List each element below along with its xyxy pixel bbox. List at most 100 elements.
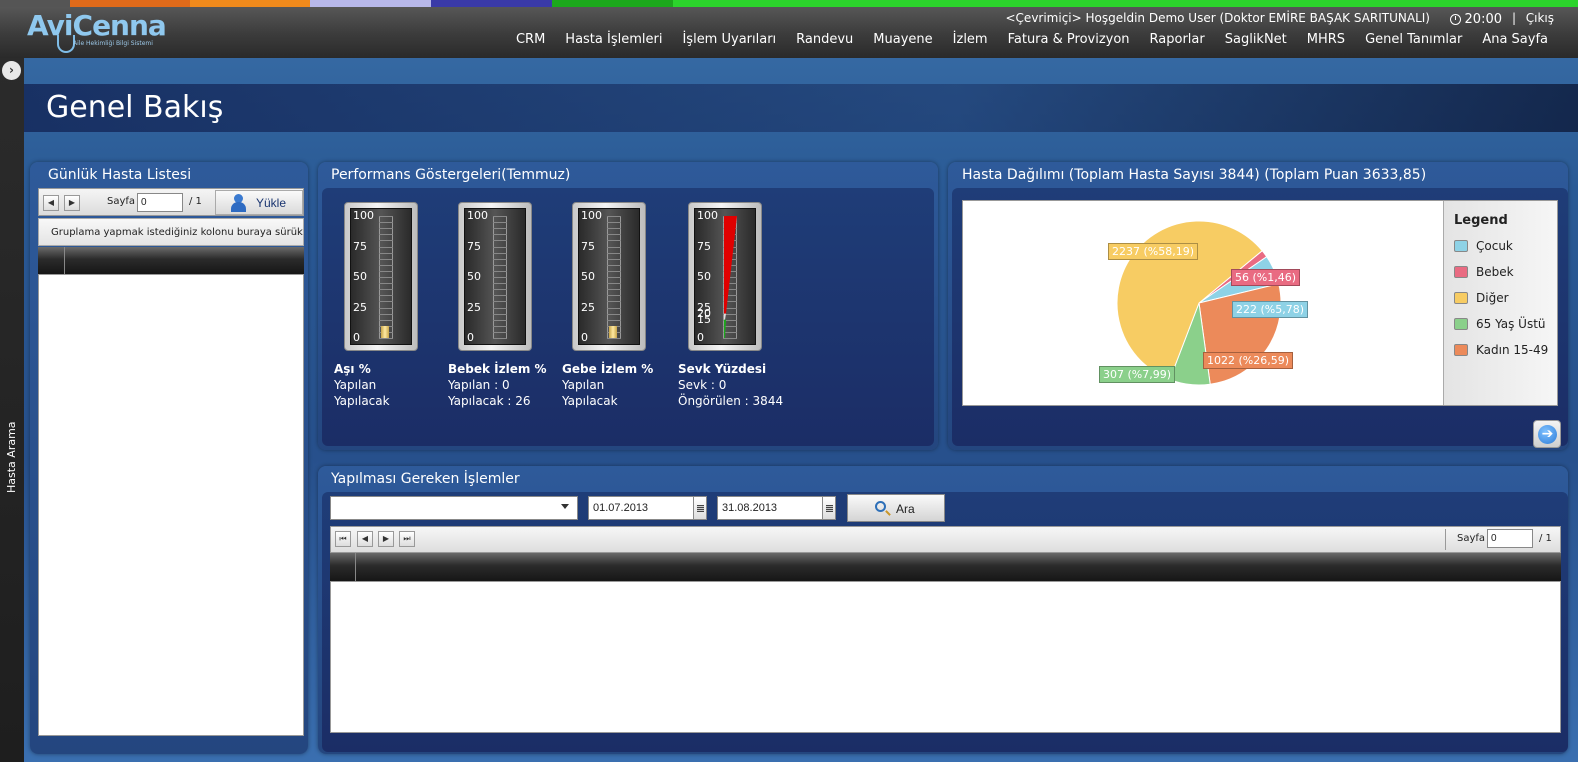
nav-raporlar[interactable]: Raporlar xyxy=(1140,32,1215,47)
pie-data-label: 307 (%7,99) xyxy=(1099,366,1176,383)
nav-ana-sayfa[interactable]: Ana Sayfa xyxy=(1472,32,1558,47)
gauge-line-done: Yapılan xyxy=(334,378,377,392)
gauge-face: 100 75 50 25 0 xyxy=(578,208,640,345)
gauge-tick xyxy=(493,252,507,254)
nav-fatura-provizyon[interactable]: Fatura & Provizyon xyxy=(998,32,1140,47)
task-type-select[interactable] xyxy=(330,496,578,520)
gauge-tick xyxy=(493,331,507,333)
legend-item: Bebek xyxy=(1454,265,1514,279)
legend-swatch xyxy=(1454,266,1468,278)
start-date-picker-button[interactable] xyxy=(693,496,707,520)
grid-indicator-column xyxy=(330,553,356,581)
pie-data-label: 56 (%1,46) xyxy=(1231,269,1301,286)
end-date-input[interactable] xyxy=(717,496,835,520)
page-number-input[interactable] xyxy=(1487,529,1533,548)
group-by-drop-area[interactable]: Gruplama yapmak istediğiniz kolonu buray… xyxy=(38,218,304,246)
gauge-scale-label: 25 xyxy=(353,300,367,314)
gauge-face: 100 75 50 25 0 xyxy=(464,208,526,345)
nav-hasta-islemleri[interactable]: Hasta İşlemleri xyxy=(555,32,672,47)
distribution-title: Hasta Dağılımı (Toplam Hasta Sayısı 3844… xyxy=(962,167,1427,183)
gauge-scale-label: 0 xyxy=(353,331,360,344)
gauge-tick xyxy=(607,289,621,291)
start-date-input[interactable] xyxy=(588,496,706,520)
tasks-grid-body xyxy=(330,581,1561,733)
nav-izlem[interactable]: İzlem xyxy=(943,32,998,47)
gauge-tick xyxy=(379,307,393,309)
nav-crm[interactable]: CRM xyxy=(506,32,555,47)
first-page-button[interactable]: ⏮ xyxy=(335,531,351,547)
gauge-tick xyxy=(379,222,393,224)
page-title: Genel Bakış xyxy=(46,90,224,125)
main-nav: CRM Hasta İşlemleri İşlem Uyarıları Rand… xyxy=(506,32,1558,47)
gauge-tick xyxy=(493,246,507,248)
page-header: Genel Bakış xyxy=(24,84,1578,132)
load-button[interactable]: Yükle xyxy=(215,190,303,215)
next-chart-button[interactable]: ➔ xyxy=(1533,420,1561,448)
search-icon xyxy=(875,501,886,512)
gauge-tick xyxy=(493,289,507,291)
patient-search-label[interactable]: Hasta Arama xyxy=(5,421,18,493)
gauge-scale-label: 50 xyxy=(353,270,367,283)
search-button[interactable]: Ara xyxy=(847,494,945,522)
gauge-tick xyxy=(379,295,393,297)
nav-islem-uyarilari[interactable]: İşlem Uyarıları xyxy=(672,32,786,47)
gauge-tick xyxy=(493,283,507,285)
gauge-scale-label: 75 xyxy=(353,239,367,253)
app-logo[interactable]: AviCenna Aile Hekimliği Bilgi Sistemi xyxy=(27,9,167,53)
nav-sagliknet[interactable]: SaglikNet xyxy=(1215,32,1297,47)
gauge-scale-label: 25 xyxy=(467,300,481,314)
nav-genel-tanimlar[interactable]: Genel Tanımlar xyxy=(1355,32,1472,47)
gauge-tick xyxy=(607,301,621,303)
nav-mhrs[interactable]: MHRS xyxy=(1297,32,1355,47)
next-page-button[interactable]: ▶ xyxy=(64,195,80,211)
page-label: Sayfa xyxy=(107,196,136,207)
legend-item: Kadın 15-49 xyxy=(1454,343,1548,357)
gauge-tick xyxy=(493,228,507,230)
gauge-scale-label: 50 xyxy=(581,270,595,283)
gauge-scale-label: 50 xyxy=(467,270,481,283)
gauge-tick xyxy=(493,295,507,297)
red-band xyxy=(724,216,737,314)
pie-data-label: 2237 (%58,19) xyxy=(1108,243,1199,260)
green-band xyxy=(724,319,726,338)
page-number-input[interactable] xyxy=(137,193,183,212)
gauge-tick xyxy=(493,240,507,242)
gauge-tick xyxy=(607,222,621,224)
gauge-tick xyxy=(493,325,507,327)
last-page-button[interactable]: ⏭ xyxy=(399,531,415,547)
next-page-button[interactable]: ▶ xyxy=(378,531,394,547)
gauge-2: 100 75 50 25 0 xyxy=(572,202,646,351)
calendar-icon xyxy=(826,505,833,512)
gauge-tick xyxy=(379,283,393,285)
nav-randevu[interactable]: Randevu xyxy=(786,32,863,47)
gauge-line-target: Yapılacak xyxy=(334,394,390,408)
calendar-icon xyxy=(697,505,704,512)
patient-list-pager: ◀ ▶ Sayfa / 1 Yükle xyxy=(38,188,304,216)
legend-label: Diğer xyxy=(1476,291,1509,305)
legend-label: Çocuk xyxy=(1476,239,1513,253)
chevron-down-icon xyxy=(561,504,569,509)
gauge-tick xyxy=(607,246,621,248)
legend-label: Kadın 15-49 xyxy=(1476,343,1549,357)
nav-muayene[interactable]: Muayene xyxy=(863,32,942,47)
gauge-tick xyxy=(493,258,507,260)
gauge-tick xyxy=(493,222,507,224)
tasks-grid-header xyxy=(330,553,1561,581)
patient-grid-header xyxy=(38,247,304,274)
expand-sidebar-button[interactable]: › xyxy=(2,61,21,80)
gauge-title: Sevk Yüzdesi xyxy=(678,362,767,376)
gauge-title: Aşı % xyxy=(334,362,371,376)
performance-title: Performans Göstergeleri(Temmuz) xyxy=(331,167,571,183)
end-date-picker-button[interactable] xyxy=(822,496,836,520)
gauge-tick xyxy=(379,289,393,291)
gauge-tick xyxy=(379,313,393,315)
white-band xyxy=(724,313,726,320)
gauge-tick xyxy=(493,307,507,309)
gauge-line-done: Yapılan : 0 xyxy=(448,378,510,392)
pie-data-label: 222 (%5,78) xyxy=(1232,301,1309,318)
logout-link[interactable]: Çıkış xyxy=(1526,11,1554,25)
prev-page-button[interactable]: ◀ xyxy=(43,195,59,211)
gauge-tick xyxy=(493,264,507,266)
legend-item: Çocuk xyxy=(1454,239,1513,253)
prev-page-button[interactable]: ◀ xyxy=(357,531,373,547)
